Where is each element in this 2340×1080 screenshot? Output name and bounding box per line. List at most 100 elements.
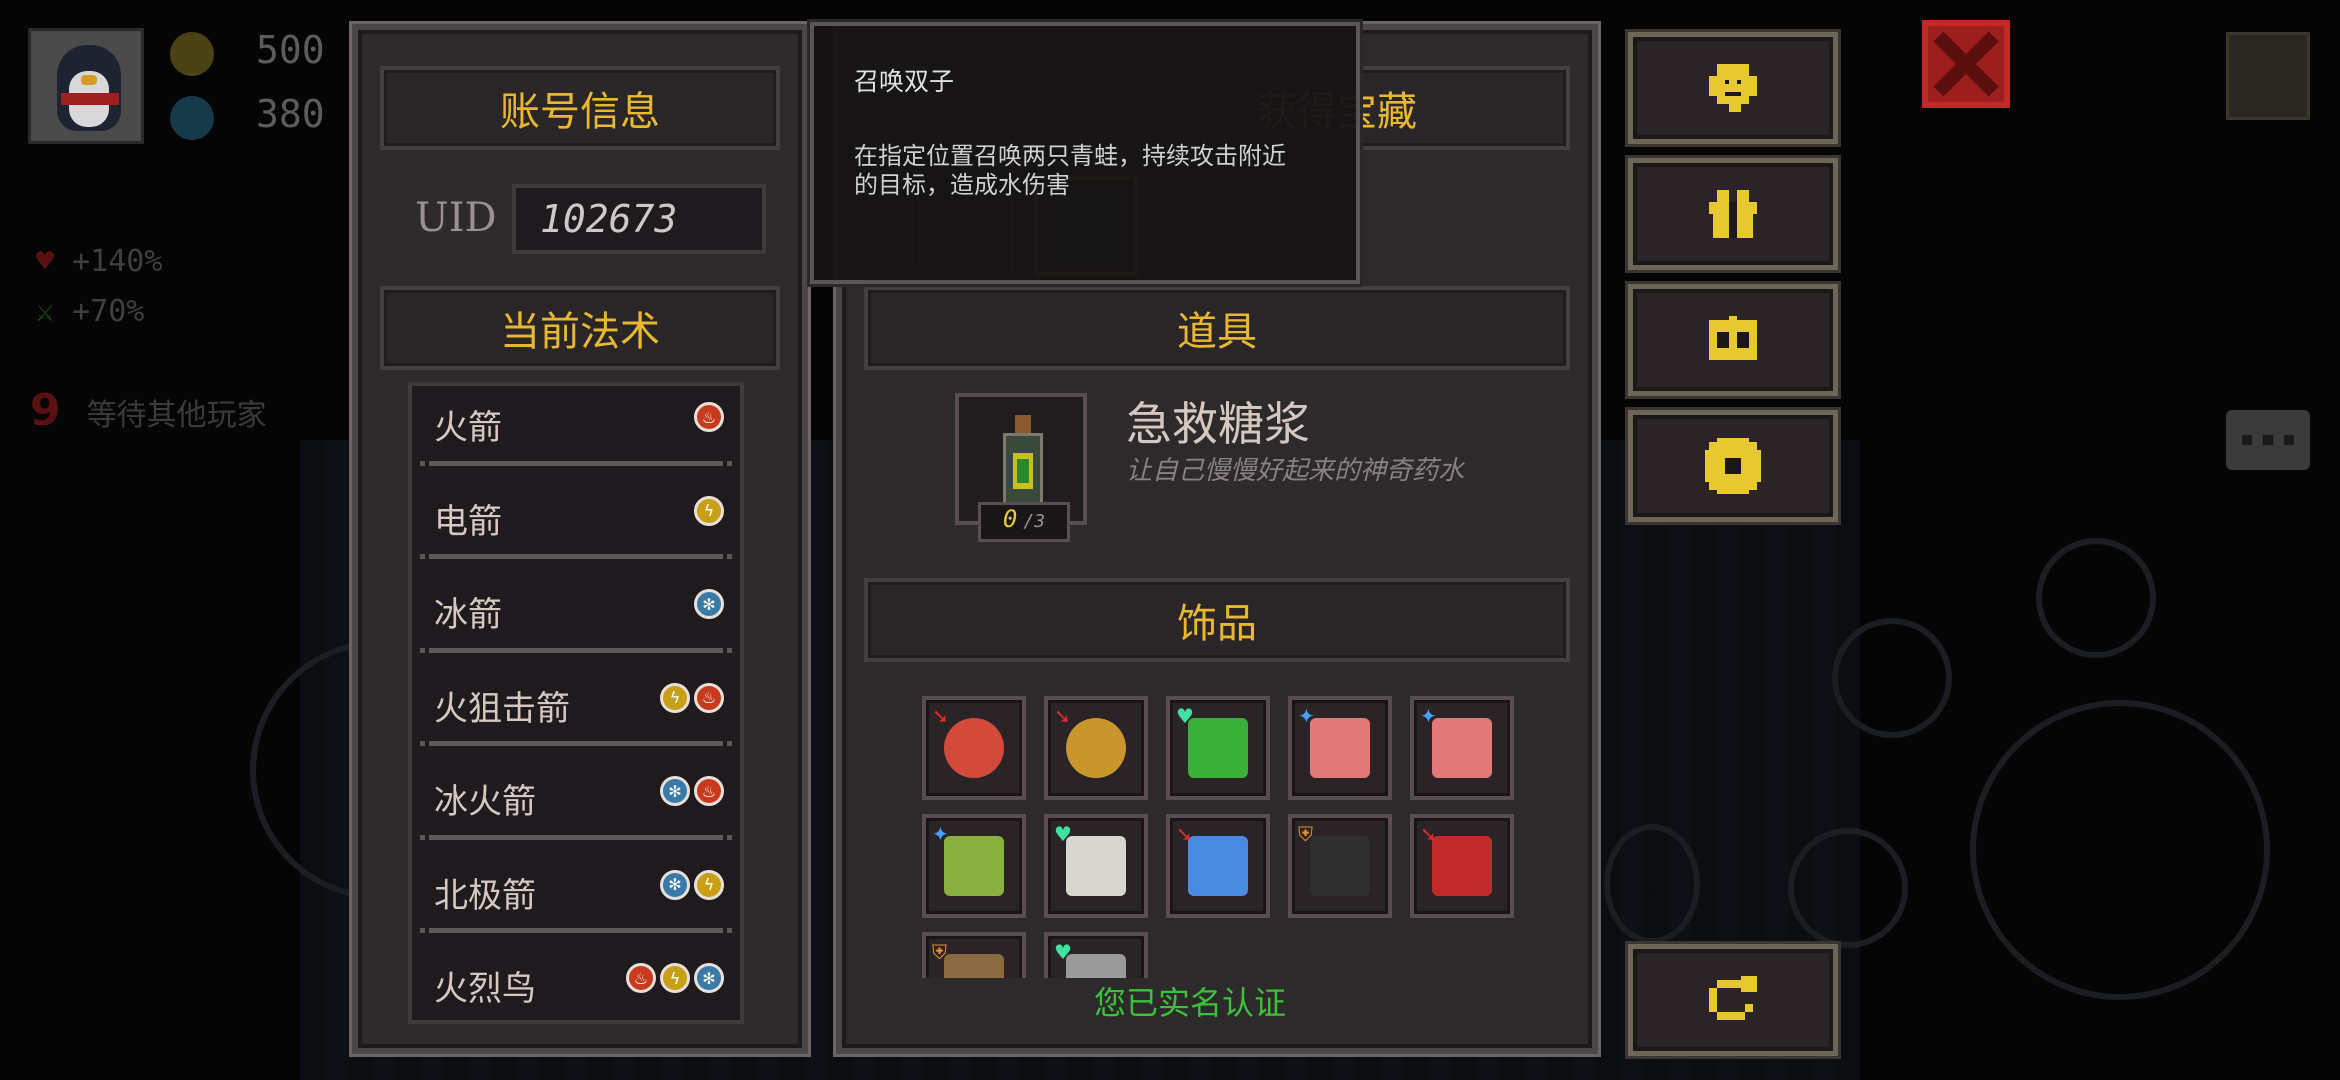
spell-item[interactable]: 电箭 ϟ	[412, 480, 740, 574]
refresh-icon	[1709, 976, 1757, 1020]
item-count: 0 /3	[978, 502, 1070, 542]
lightning-element-icon: ϟ	[694, 495, 724, 526]
blue-crystal-icon	[1188, 836, 1248, 896]
spell-name: 火箭	[434, 408, 502, 448]
gift-icon	[1709, 190, 1757, 238]
uid-label: UID	[415, 195, 497, 241]
spell-divider	[420, 741, 732, 746]
item-count-current: 0	[1002, 505, 1018, 533]
clover-icon	[1188, 718, 1248, 778]
ice-element-icon: ✻	[660, 869, 690, 900]
accessory-slot[interactable]: ➘	[1044, 696, 1148, 800]
gem-count: 380	[256, 92, 325, 136]
accessory-slot[interactable]: ♥	[1166, 696, 1270, 800]
lightning-element-icon: ϟ	[660, 682, 690, 713]
coin-count: 500	[256, 28, 325, 72]
accessory-slot[interactable]: ➘	[922, 696, 1026, 800]
orange-shield-badge-icon: ⛨	[932, 940, 947, 964]
spell-divider	[420, 460, 732, 466]
accessory-slot[interactable]: ♥	[1044, 932, 1148, 978]
orange-shield-badge-icon: ⛨	[1298, 822, 1313, 846]
fire-element-icon: ♨	[694, 776, 724, 806]
target-shield-icon	[944, 718, 1004, 778]
fire-element-icon: ♨	[626, 963, 656, 993]
spell-item[interactable]: 冰火箭 ✻ ♨	[412, 760, 740, 854]
verified-status: 您已实名认证	[1094, 984, 1287, 1022]
player-avatar[interactable]	[28, 28, 144, 144]
accessory-slot[interactable]: ✦	[1288, 696, 1392, 800]
hp-bonus-value: +140%	[72, 244, 163, 279]
spell-divider	[420, 834, 732, 840]
skill-button-ice[interactable]	[1788, 828, 1908, 948]
spell-item[interactable]: 北极箭 ✻ ϟ	[412, 854, 740, 948]
refresh-button[interactable]	[1628, 944, 1838, 1056]
spell-divider	[420, 554, 732, 559]
meat-icon	[1310, 718, 1370, 778]
ice-element-icon: ✻	[694, 589, 724, 619]
item-description: 让自己慢慢好起来的神奇药水	[1126, 456, 1465, 486]
tooltip-desc-line2: 的目标，造成水伤害	[854, 170, 1070, 199]
chat-button[interactable]	[2226, 410, 2310, 470]
red-arrow-badge-icon: ➘	[932, 704, 949, 728]
blue-star-badge-icon: ✦	[1298, 704, 1315, 728]
shop-icon	[1709, 316, 1757, 360]
gold-coin-icon	[1066, 718, 1126, 778]
tooltip-description: 在指定位置召唤两只青蛙，持续攻击附近 的目标，造成水伤害	[854, 142, 1316, 200]
tooltip-desc-line1: 在指定位置召唤两只青蛙，持续攻击附近	[854, 142, 1286, 170]
skill-button-fire[interactable]	[2036, 538, 2156, 658]
accessory-slot[interactable]: ➘	[1410, 814, 1514, 918]
uid-field[interactable]: 102673	[512, 184, 766, 254]
spell-divider	[434, 1022, 718, 1025]
atk-bonus: ⚔ +70%	[36, 294, 144, 329]
accessory-slot[interactable]: ♥	[1044, 814, 1148, 918]
red-arrow-badge-icon: ➘	[1420, 822, 1437, 846]
blue-star-badge-icon: ✦	[1420, 704, 1437, 728]
spell-item[interactable]: 火箭 ♨	[412, 386, 740, 480]
account-header: 账号信息	[380, 66, 780, 150]
potion-bottle-icon	[1003, 415, 1043, 509]
settings-button[interactable]	[1628, 410, 1838, 522]
fire-element-icon: ♨	[694, 682, 724, 713]
book-icon[interactable]	[2226, 32, 2310, 120]
boot-icon	[944, 954, 1004, 978]
close-button[interactable]	[1922, 20, 2010, 108]
spell-name: 电箭	[434, 501, 502, 542]
accessory-slot[interactable]: ✦	[1410, 696, 1514, 800]
gift-button[interactable]	[1628, 158, 1838, 270]
accessory-slot[interactable]: ➘	[1166, 814, 1270, 918]
wings-icon	[1066, 836, 1126, 896]
spell-item[interactable]: 冰箭 ✻	[412, 573, 740, 667]
spell-divider	[420, 928, 732, 933]
accessory-slot[interactable]: ✦	[922, 814, 1026, 918]
lightning-element-icon: ϟ	[694, 869, 724, 900]
red-arrow-badge-icon: ➘	[1054, 704, 1071, 728]
ice-element-icon: ✻	[694, 963, 724, 993]
ice-element-icon: ✻	[660, 776, 690, 806]
meat-icon	[1432, 718, 1492, 778]
spell-divider	[420, 647, 732, 653]
spell-item[interactable]: 火烈鸟 ♨ ϟ ✻	[412, 947, 740, 1025]
account-header-text: 账号信息	[500, 89, 660, 135]
props-header: 道具	[864, 286, 1570, 370]
hp-bonus: ♥ +140%	[36, 244, 162, 279]
joystick[interactable]	[1970, 700, 2270, 1000]
spell-list[interactable]: 火箭 ♨ 电箭 ϟ 冰箭 ✻ 火狙击箭 ϟ ♨ 冰火箭 ✻ ♨ 北极箭 ✻ ϟ 火烈鸟 ♨ ϟ ✻	[408, 382, 744, 1024]
green-heart-badge-icon: ♥	[1054, 822, 1072, 846]
shop-button[interactable]	[1628, 284, 1838, 396]
support-button[interactable]	[1628, 32, 1838, 144]
heart-icon: ♥	[36, 244, 55, 279]
accessory-slot[interactable]: ⛨	[1288, 814, 1392, 918]
accessories-header-text: 饰品	[1177, 601, 1257, 647]
waiting-status: 9 等待其他玩家	[30, 385, 267, 436]
spell-item[interactable]: 火狙击箭 ϟ ♨	[412, 667, 740, 761]
black-cat-icon	[1310, 836, 1370, 896]
accessory-grid: ➘ ➘ ♥ ✦ ✦ ✦ ♥ ➘ ⛨ ➘ ⛨ ♥	[922, 696, 1522, 978]
skill-button-lightning[interactable]	[1832, 618, 1952, 738]
wait-text: 等待其他玩家	[86, 398, 267, 433]
sword-icon: ⚔	[36, 294, 55, 329]
accessory-slot[interactable]: ⛨	[922, 932, 1026, 978]
support-icon	[1709, 64, 1757, 112]
item-quick-slot[interactable]	[1604, 824, 1700, 944]
red-arrow-badge-icon: ➘	[1176, 822, 1193, 846]
spell-name: 冰箭	[434, 595, 502, 635]
